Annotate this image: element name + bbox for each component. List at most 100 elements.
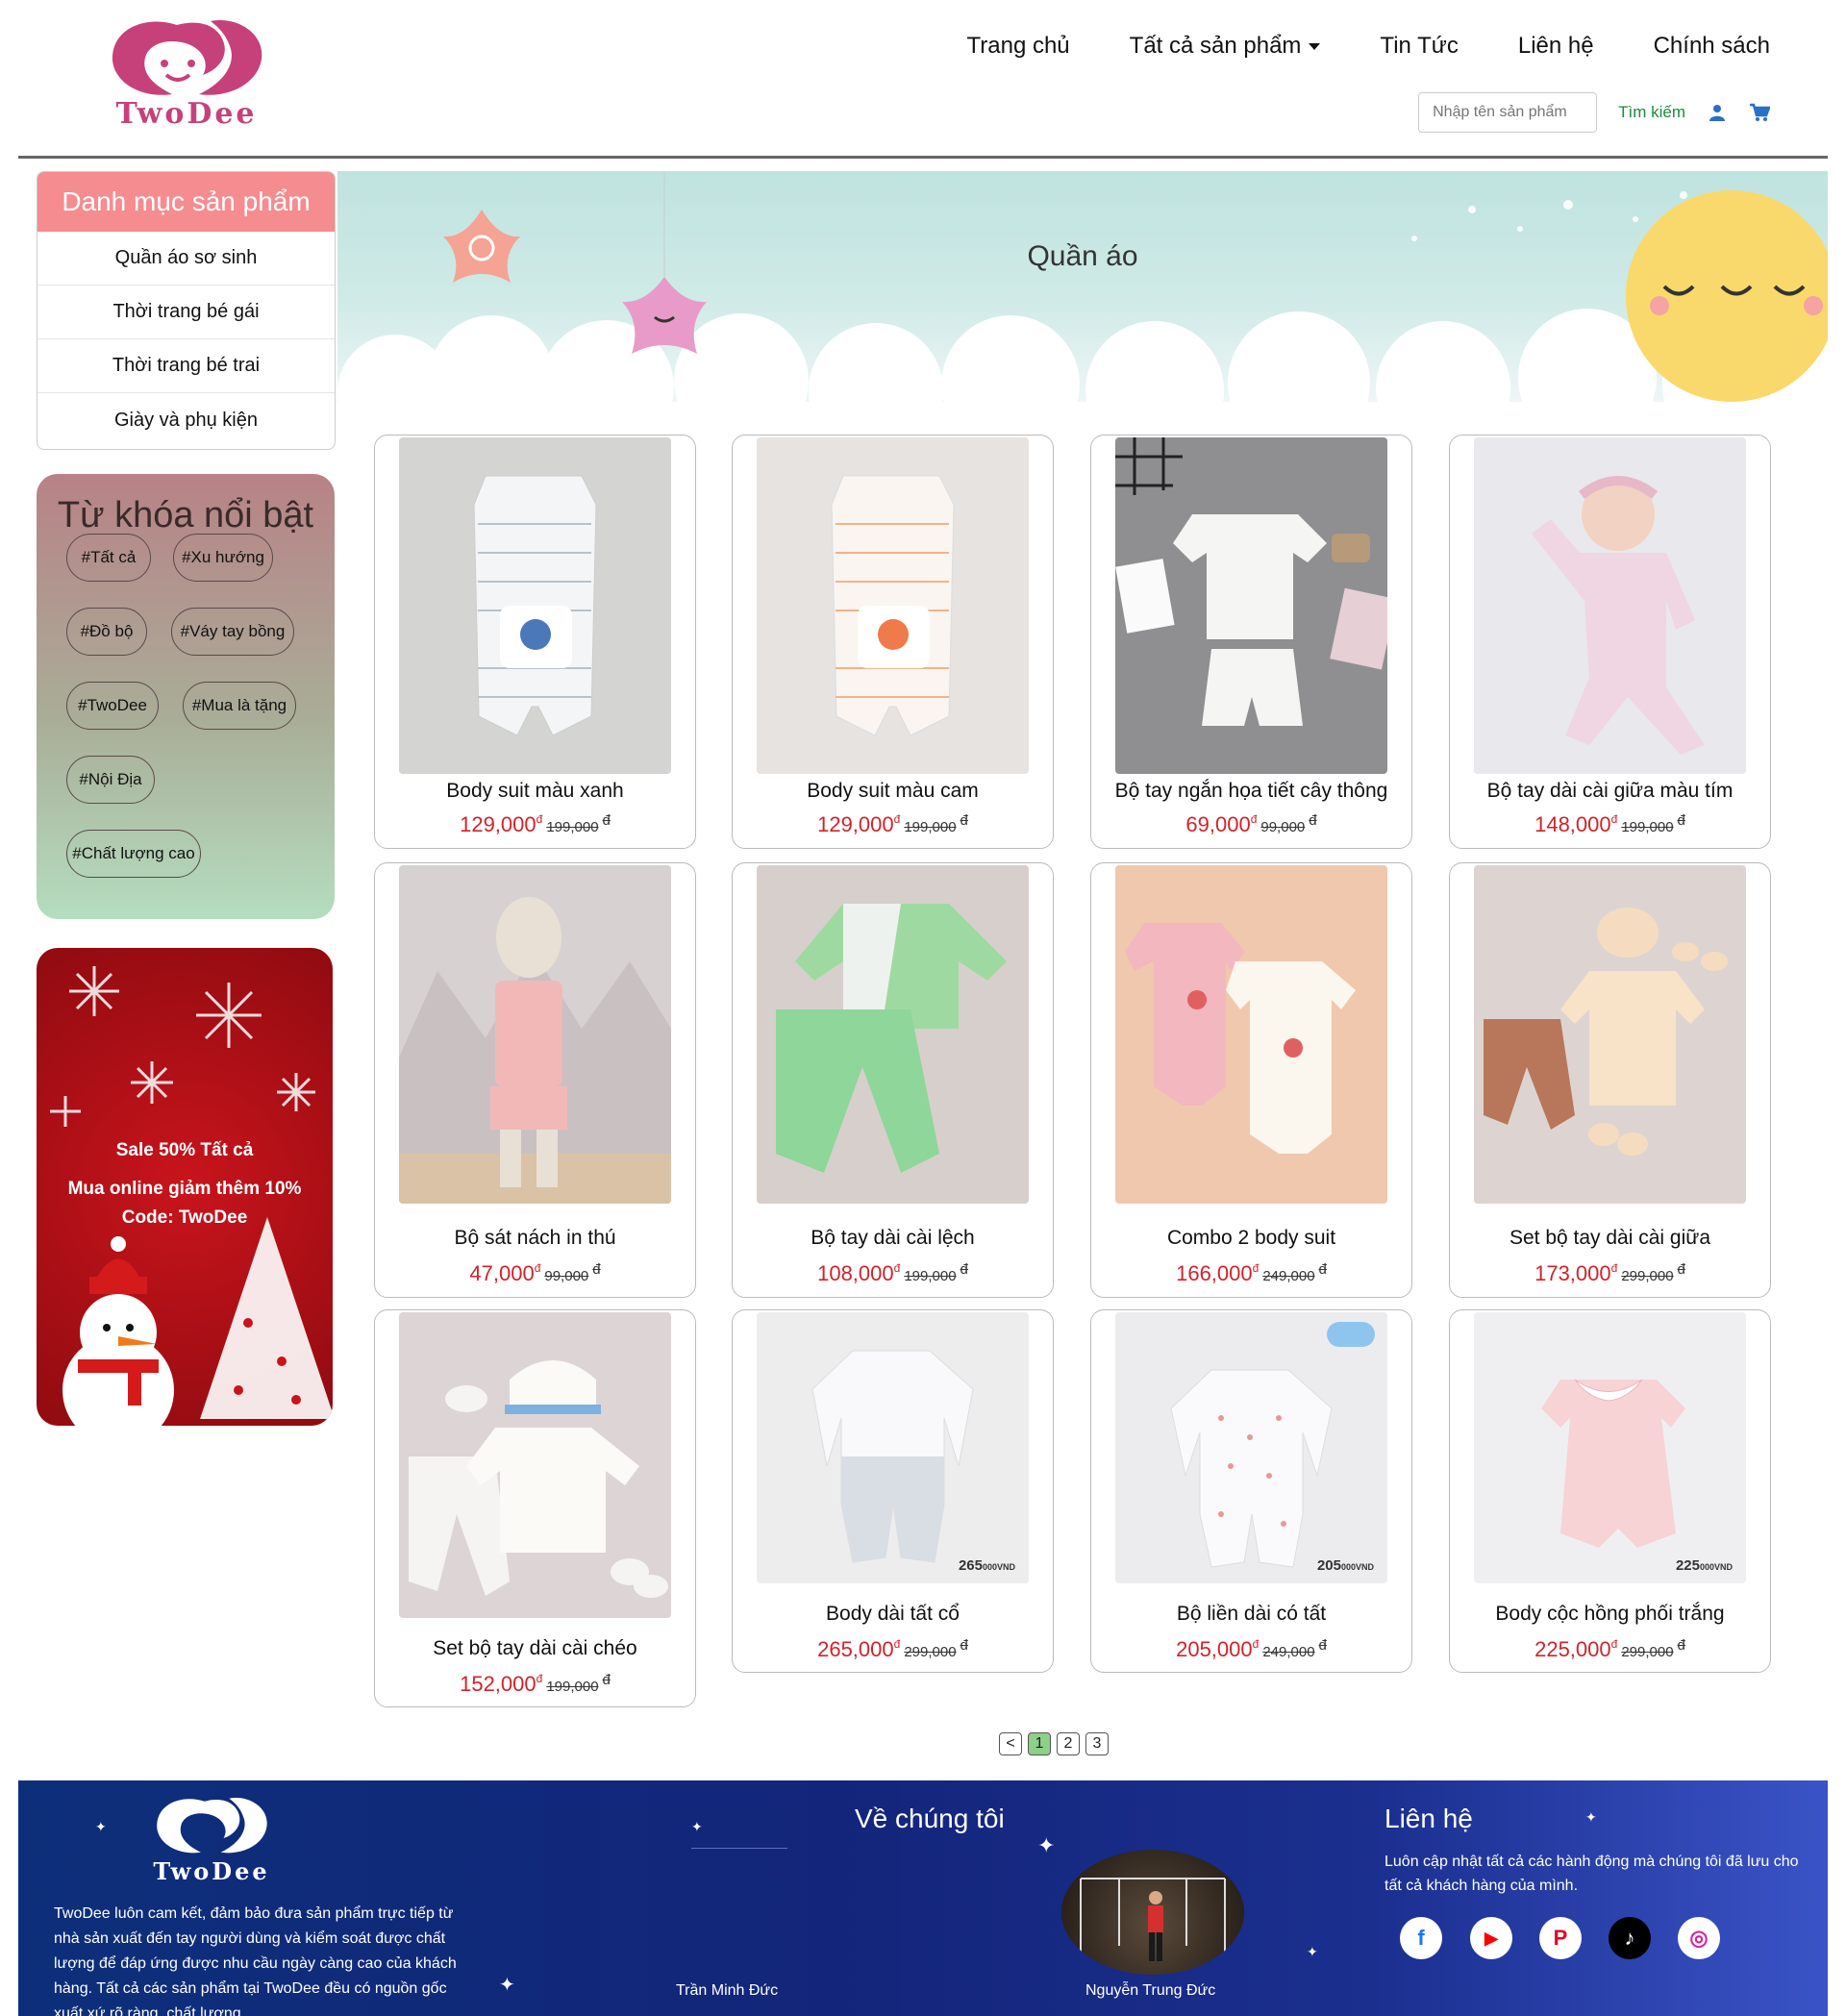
footer-contact-title: Liên hệ — [1384, 1804, 1473, 1833]
image-price-tag: 225000VND — [1676, 1557, 1733, 1574]
product-card[interactable]: Combo 2 body suit 166,000đ 249,000 đ — [1090, 862, 1412, 1298]
pagination-page-3[interactable]: 3 — [1085, 1732, 1109, 1755]
product-card[interactable]: Bộ sát nách in thú 47,000đ 99,000 đ — [374, 862, 696, 1298]
product-price-old: 249,000 — [1262, 1268, 1315, 1284]
product-price: 129,000đ 199,000 đ — [733, 812, 1053, 837]
product-price-current: 205,000 — [1176, 1637, 1253, 1661]
banner-title: Quần áo — [1027, 240, 1138, 272]
product-image — [1115, 437, 1387, 774]
product-price: 166,000đ 249,000 đ — [1091, 1261, 1411, 1286]
user-icon[interactable] — [1707, 102, 1728, 123]
promo-line-1: Sale 50% Tất cả — [115, 1140, 254, 1160]
keyword-tag[interactable]: #Váy tay bồng — [171, 608, 294, 656]
product-price-current: 152,000 — [460, 1672, 536, 1696]
youtube-icon[interactable]: ▶ — [1470, 1917, 1512, 1959]
footer-contact-text: Luôn cập nhật tất cả các hành động mà ch… — [1384, 1854, 1799, 1894]
image-price-value: 225 — [1675, 1557, 1700, 1574]
product-card[interactable]: Bộ tay dài cài giữa màu tím 148,000đ 199,… — [1449, 435, 1771, 849]
image-price-tag: 205000VND — [1317, 1557, 1374, 1574]
product-price: 205,000đ 249,000 đ — [1091, 1637, 1411, 1662]
product-price-old: 199,000 — [546, 1679, 599, 1695]
category-item-accessories[interactable]: Giày và phụ kiện — [37, 393, 335, 447]
nav-policy[interactable]: Chính sách — [1654, 33, 1770, 60]
nav-news[interactable]: Tin Tức — [1380, 33, 1458, 60]
keyword-tag[interactable]: #Mua là tặng — [183, 682, 296, 730]
product-card[interactable]: Bộ tay ngắn họa tiết cây thông 69,000đ 99… — [1090, 435, 1412, 849]
promo-banner[interactable]: Sale 50% Tất cả Mua online giảm thêm 10%… — [37, 948, 333, 1426]
product-price: 69,000đ 99,000 đ — [1091, 812, 1411, 837]
keyword-tag[interactable]: #Tất cả — [66, 534, 151, 582]
search-input[interactable] — [1418, 92, 1598, 133]
pinterest-icon[interactable]: P — [1539, 1917, 1582, 1959]
currency-symbol: đ — [1318, 1637, 1327, 1654]
product-image — [757, 437, 1029, 774]
divider — [691, 1848, 787, 1849]
currency-symbol: đ — [1309, 812, 1317, 829]
product-price-current: 47,000 — [469, 1261, 535, 1285]
product-card[interactable]: 205000VND Bộ liền dài có tất 205,000đ 249… — [1090, 1309, 1412, 1673]
product-price-current: 108,000 — [817, 1261, 894, 1285]
pagination-page-1[interactable]: 1 — [1028, 1732, 1051, 1755]
pagination-page-2[interactable]: 2 — [1057, 1732, 1080, 1755]
product-image — [1474, 437, 1746, 774]
product-price: 47,000đ 99,000 đ — [375, 1261, 695, 1286]
page: TwoDee Trang chủ Tất cả sản phẩm Tin Tức… — [0, 0, 1846, 2016]
product-card[interactable]: Set bộ tay dài cài chéo 152,000đ 199,000 đ — [374, 1309, 696, 1707]
image-price-value: 265 — [958, 1557, 983, 1574]
product-price-old: 299,000 — [1621, 1644, 1674, 1660]
currency-symbol: đ — [592, 1261, 601, 1278]
tiktok-icon[interactable]: ♪ — [1609, 1917, 1651, 1959]
star-icon: ✦ — [499, 1975, 515, 1996]
nav-all-products[interactable]: Tất cả sản phẩm — [1130, 33, 1321, 60]
currency-symbol: đ — [1252, 1637, 1260, 1651]
product-card[interactable]: 225000VND Body cộc hồng phối trắng 225,0… — [1449, 1309, 1771, 1673]
currency-symbol: đ — [534, 1261, 541, 1275]
chevron-down-icon — [1309, 43, 1321, 51]
image-price-tag: 265000VND — [959, 1557, 1015, 1574]
keyword-tag[interactable]: #Nội Địa — [66, 756, 155, 804]
nav-home[interactable]: Trang chủ — [966, 33, 1069, 60]
product-name: Bộ tay dài cài giữa màu tím — [1486, 780, 1734, 802]
category-banner: Quần áo — [337, 171, 1828, 402]
product-name: Bộ liền dài có tất — [1176, 1603, 1327, 1625]
pagination-prev-button[interactable]: < — [999, 1732, 1022, 1755]
product-price-current: 173,000 — [1534, 1261, 1611, 1285]
team-member-avatar — [1061, 1850, 1244, 1975]
main-nav: Trang chủ Tất cả sản phẩm Tin Tức Liên h… — [966, 33, 1770, 60]
site-footer: ✦ ✦ ✦ ✦ ✦ ✦ TwoDee TwoDee luôn cam kết, … — [18, 1780, 1828, 2016]
product-price: 265,000đ 299,000 đ — [733, 1637, 1053, 1662]
currency-symbol: đ — [960, 812, 968, 829]
product-name: Set bộ tay dài cài chéo — [433, 1637, 637, 1659]
category-item-newborn[interactable]: Quần áo sơ sinh — [37, 232, 335, 286]
team-member-name: Nguyễn Trung Đức — [1085, 1982, 1216, 1999]
keyword-tag[interactable]: #Xu hướng — [173, 534, 273, 582]
category-item-girls[interactable]: Thời trang bé gái — [37, 286, 335, 339]
brand-logo[interactable]: TwoDee — [95, 17, 278, 131]
product-card[interactable]: Bộ tay dài cài lệch 108,000đ 199,000 đ — [732, 862, 1054, 1298]
instagram-icon[interactable]: ◎ — [1678, 1917, 1720, 1959]
keyword-tag[interactable]: #Đồ bộ — [66, 608, 147, 656]
category-title: Danh mục sản phẩm — [37, 172, 335, 232]
image-price-unit: 000VND — [1340, 1562, 1374, 1572]
keyword-tag[interactable]: #Chất lượng cao — [66, 830, 201, 878]
product-name: Combo 2 body suit — [1166, 1227, 1336, 1249]
product-price: 108,000đ 199,000 đ — [733, 1261, 1053, 1286]
product-card[interactable]: Body suit màu xanh 129,000đ 199,000 đ — [374, 435, 696, 849]
search-button[interactable]: Tìm kiếm — [1618, 103, 1685, 122]
product-name: Bộ tay ngắn họa tiết cây thông — [1114, 780, 1388, 802]
product-price-old: 99,000 — [544, 1268, 589, 1284]
product-card[interactable]: Set bộ tay dài cài giữa 173,000đ 299,000 đ — [1449, 862, 1771, 1298]
category-item-boys[interactable]: Thời trang bé trai — [37, 339, 335, 393]
nav-contact[interactable]: Liên hệ — [1518, 33, 1594, 60]
cart-icon[interactable] — [1749, 102, 1770, 123]
facebook-icon[interactable]: f — [1400, 1917, 1442, 1959]
keyword-tag[interactable]: #TwoDee — [66, 682, 159, 730]
product-price-old: 199,000 — [546, 819, 599, 835]
product-price-current: 129,000 — [460, 812, 536, 836]
product-card[interactable]: 265000VND Body dài tất cổ 265,000đ 299,00… — [732, 1309, 1054, 1673]
flower-face-icon — [622, 277, 707, 354]
product-card[interactable]: Body suit màu cam 129,000đ 199,000 đ — [732, 435, 1054, 849]
keywords-panel: Từ khóa nổi bật #Tất cả #Xu hướng #Đồ bộ… — [37, 474, 335, 919]
star-icon: ✦ — [1307, 1944, 1318, 1959]
product-price: 173,000đ 299,000 đ — [1450, 1261, 1770, 1286]
